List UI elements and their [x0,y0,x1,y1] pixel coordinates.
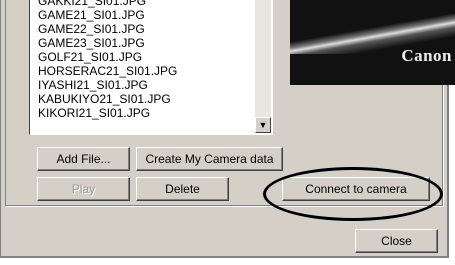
file-list: GAKKI21_SI01.JPG GAME21_SI01.JPG GAME22_SI… [38,0,252,120]
file-listbox[interactable]: GAKKI21_SI01.JPG GAME21_SI01.JPG GAME22_SI… [29,0,273,135]
file-list-item[interactable]: GOLF21_SI01.JPG [38,50,252,64]
file-list-item[interactable]: GAME23_SI01.JPG [38,36,252,50]
play-button[interactable]: Play [37,177,130,201]
close-button[interactable]: Close [355,229,438,253]
scroll-down-button[interactable]: ▼ [255,117,271,133]
connect-to-camera-button[interactable]: Connect to camera [282,177,430,201]
file-list-item[interactable]: GAME22_SI01.JPG [38,22,252,36]
file-list-item[interactable]: HORSERAC21_SI01.JPG [38,64,252,78]
vertical-scrollbar[interactable]: ▼ [255,0,271,133]
add-file-button[interactable]: Add File... [37,147,130,171]
image-preview: Canon [290,0,455,85]
preview-brand-text: Canon [401,46,452,65]
file-list-item[interactable]: IYASHI21_SI01.JPG [38,78,252,92]
delete-button[interactable]: Delete [136,177,229,201]
chevron-down-icon: ▼ [258,120,268,130]
file-list-item[interactable]: GAME21_SI01.JPG [38,8,252,22]
file-list-item[interactable]: GAKKI21_SI01.JPG [38,0,252,8]
file-list-item[interactable]: KABUKIYO21_SI01.JPG [38,92,252,106]
dialog-window: GAKKI21_SI01.JPG GAME21_SI01.JPG GAME22_SI… [0,0,455,258]
create-my-camera-data-button[interactable]: Create My Camera data [136,147,283,171]
file-list-item[interactable]: KIKORI21_SI01.JPG [38,106,252,120]
